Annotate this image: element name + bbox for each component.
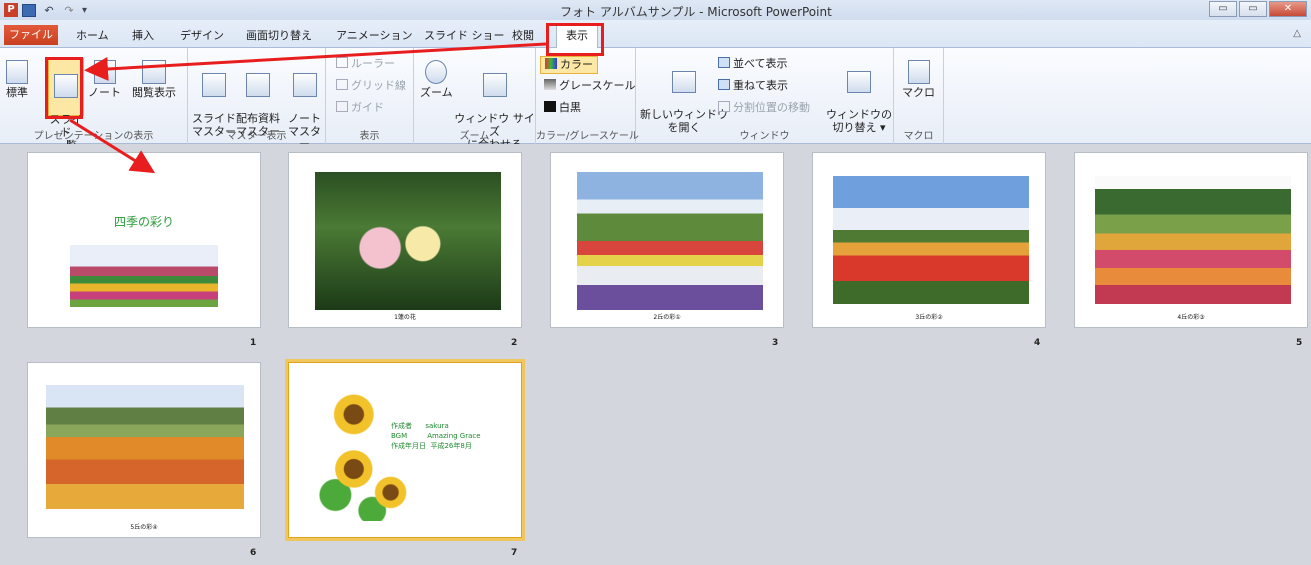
annotation-arrows <box>69 42 547 174</box>
arrow-to-sorter <box>84 42 547 81</box>
arrow-to-slides <box>69 118 156 174</box>
